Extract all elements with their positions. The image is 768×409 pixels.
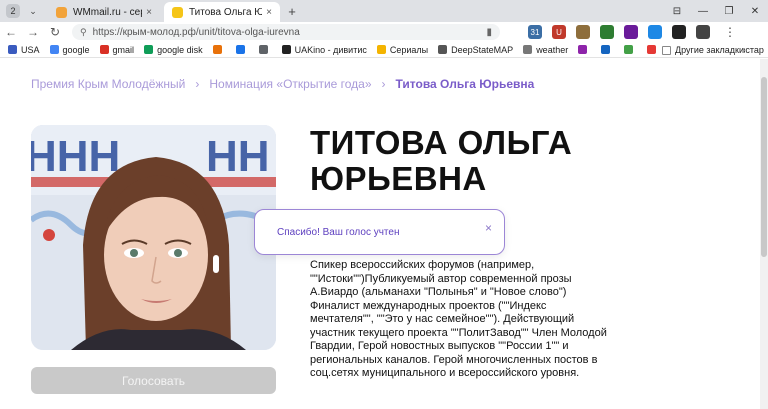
tab-counter[interactable]: 2 [6, 4, 20, 18]
close-icon[interactable]: × [146, 7, 152, 18]
bookmark-favicon-icon [647, 45, 657, 54]
close-icon[interactable]: × [266, 7, 272, 18]
other-bookmarks[interactable]: Другие закладки [656, 42, 744, 57]
extension-1-icon[interactable]: 31 [528, 25, 542, 39]
bookmark-label: DeepStateMAP [451, 44, 514, 55]
bookmark-favicon-icon [212, 45, 222, 54]
bookmark-item[interactable]: USA [8, 45, 40, 55]
bookmark-favicon-icon [438, 45, 448, 54]
close-icon[interactable]: × [485, 221, 492, 235]
breadcrumb-current: Титова Ольга Юрьевна [395, 77, 535, 91]
bookmarks-bar: USA google gmail google disk UAKino - дивити… [0, 42, 768, 58]
bookmark-favicon-icon [281, 45, 291, 54]
bookmark-item[interactable] [578, 45, 591, 54]
bookmark-label: Сериалы [389, 44, 429, 55]
extension-8-icon[interactable] [696, 25, 710, 39]
extension-2-icon[interactable]: U [552, 25, 566, 39]
biography-text: Спикер всероссийских форумов (например, … [310, 259, 607, 379]
bookmark-item[interactable]: UAKino - дивитис [281, 44, 367, 55]
bookmark-item[interactable] [212, 45, 226, 54]
address-bar: ← → ↻ ⚲ https://крым-молод.рф/unit/titov… [0, 22, 768, 42]
name-line-1: ТИТОВА ОЛЬГА [310, 124, 573, 161]
bookmark-label: google [62, 44, 90, 55]
vote-button[interactable]: Голосовать [31, 367, 276, 394]
minimize-button[interactable]: — [690, 6, 716, 17]
bookmark-favicon-icon [235, 45, 245, 54]
site-info-icon[interactable]: ⚲ [80, 27, 87, 38]
breadcrumb: Премия Крым Молодёжный › Номинация «Откр… [31, 77, 534, 91]
extension-6-icon[interactable] [648, 25, 662, 39]
bookmark-item[interactable]: weather [523, 45, 568, 55]
reload-icon[interactable]: ↻ [44, 25, 66, 39]
scrollbar-thumb[interactable] [761, 77, 767, 257]
tab-title: WMmail.ru - сервис почт [73, 6, 142, 18]
extensions-toolbar: 31 U [528, 25, 720, 39]
forward-icon[interactable]: → [22, 25, 44, 39]
restore-button[interactable]: ❐ [716, 6, 742, 17]
site-favicon-icon [172, 6, 183, 18]
tab-bar: 2 ⌄ WMmail.ru - сервис почт × Титова Оль… [0, 0, 768, 22]
toast-message: Спасибо! Ваш голос учтен [277, 226, 400, 238]
bookmark-item[interactable] [624, 45, 637, 54]
tab-title: Титова Ольга Юрьевн [189, 6, 263, 18]
bookmark-favicon-icon [376, 45, 386, 54]
page-content: Премия Крым Молодёжный › Номинация «Откр… [0, 59, 768, 409]
page-title: ТИТОВА ОЛЬГА ЮРЬЕВНА [310, 125, 630, 197]
folder-icon [662, 45, 672, 55]
chevron-right-icon: › [381, 77, 386, 91]
name-line-2: ЮРЬЕВНА [310, 160, 487, 197]
bookmark-item[interactable] [235, 45, 249, 54]
menu-icon[interactable]: ⋮ [724, 25, 736, 39]
bookmark-favicon-icon [258, 45, 268, 54]
new-tab-button[interactable]: + [284, 3, 300, 19]
bookmark-label: USA [21, 44, 40, 55]
bookmark-favicon-icon [144, 45, 154, 54]
bookmark-label: weather [536, 44, 569, 55]
bookmark-favicon-icon [99, 45, 109, 54]
bookmark-favicon-icon [523, 45, 533, 54]
url-input[interactable]: ⚲ https://крым-молод.рф/unit/titova-olga… [72, 24, 500, 40]
breadcrumb-link-award[interactable]: Премия Крым Молодёжный [31, 77, 185, 91]
bookmark-item[interactable]: google [49, 44, 90, 55]
bookmark-item[interactable]: Сериалы [376, 44, 429, 55]
chevron-down-icon[interactable]: ⌄ [26, 6, 40, 17]
tab-titova[interactable]: Титова Ольга Юрьевн × [164, 2, 280, 22]
tab-manager-icon[interactable]: ⊟ [664, 6, 690, 17]
extension-3-icon[interactable] [576, 25, 590, 39]
bookmark-item[interactable] [258, 45, 272, 54]
breadcrumb-link-nomination[interactable]: Номинация «Открытие года» [209, 77, 371, 91]
window-controls: ⊟ — ❐ ✕ [664, 0, 768, 22]
bookmark-favicon-icon [601, 45, 611, 54]
bookmark-item[interactable] [601, 45, 614, 54]
back-icon[interactable]: ← [0, 25, 22, 39]
extension-4-icon[interactable] [600, 25, 614, 39]
bookmark-item[interactable]: DeepStateMAP [438, 45, 513, 55]
extension-5-icon[interactable] [624, 25, 638, 39]
profile-photo: HHH HH [31, 125, 276, 350]
bookmark-favicon-icon [624, 45, 634, 54]
bookmark-favicon-icon [49, 45, 59, 54]
svg-text:HH: HH [206, 132, 270, 181]
bookmark-label: google disk [157, 44, 203, 55]
bookmark-favicon-icon [8, 45, 17, 54]
bookmark-label: UAKino - дивитис [294, 44, 367, 55]
bookmark-item[interactable]: google disk [144, 45, 203, 55]
bookmark-item[interactable]: gmail [99, 44, 135, 55]
page-scrollbar[interactable] [760, 59, 768, 409]
bookmark-icon[interactable]: ▮ [486, 27, 492, 38]
wmmail-favicon-icon [56, 6, 67, 18]
window-close-button[interactable]: ✕ [742, 6, 768, 17]
portrait-image: HHH HH [31, 125, 276, 350]
extension-7-icon[interactable] [672, 25, 686, 39]
bookmark-favicon-icon [578, 45, 588, 54]
url-text: https://крым-молод.рф/unit/titova-olga-i… [92, 26, 300, 38]
other-bookmarks-label: Другие закладки [675, 45, 744, 55]
vote-confirmation-toast: Спасибо! Ваш голос учтен × [254, 209, 505, 255]
tab-wmmail[interactable]: WMmail.ru - сервис почт × [48, 2, 160, 22]
bookmark-label: gmail [112, 44, 135, 55]
chevron-right-icon: › [195, 77, 200, 91]
svg-text:HHH: HHH [31, 132, 120, 181]
